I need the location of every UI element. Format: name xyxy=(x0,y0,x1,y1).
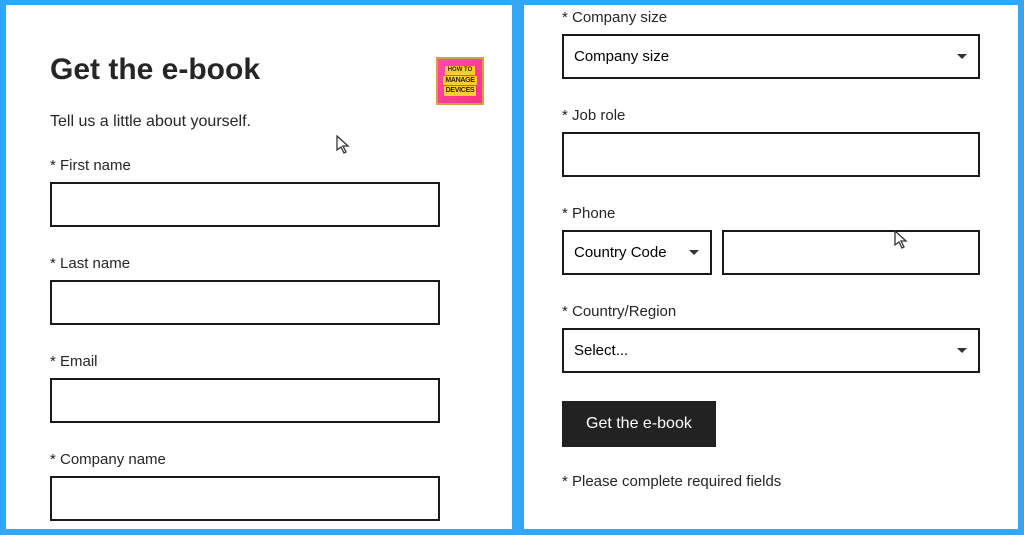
right-form-panel: * Company size Company size * Job role *… xyxy=(524,5,1018,529)
ebook-thumbnail-badge: HOW TO MANAGE DEVICES xyxy=(436,57,484,105)
job-role-group: * Job role xyxy=(562,107,980,177)
first-name-label: * First name xyxy=(50,157,468,174)
country-region-group: * Country/Region Select... xyxy=(562,303,980,373)
badge-text-line1: HOW TO xyxy=(445,66,476,75)
badge-text-line3: DEVICES xyxy=(444,86,477,96)
country-region-select[interactable]: Select... xyxy=(562,328,980,373)
last-name-input[interactable] xyxy=(50,280,440,325)
phone-row: Country Code xyxy=(562,230,980,275)
required-fields-footnote: * Please complete required fields xyxy=(562,473,980,490)
last-name-label: * Last name xyxy=(50,255,468,272)
phone-label: * Phone xyxy=(562,205,980,222)
job-role-input[interactable] xyxy=(562,132,980,177)
phone-group: * Phone Country Code xyxy=(562,205,980,275)
company-name-input[interactable] xyxy=(50,476,440,521)
page-title: Get the e-book xyxy=(50,53,468,87)
phone-number-input[interactable] xyxy=(722,230,980,275)
job-role-label: * Job role xyxy=(562,107,980,124)
first-name-input[interactable] xyxy=(50,182,440,227)
first-name-group: * First name xyxy=(50,157,468,227)
email-group: * Email xyxy=(50,353,468,423)
submit-button[interactable]: Get the e-book xyxy=(562,401,716,447)
last-name-group: * Last name xyxy=(50,255,468,325)
email-input[interactable] xyxy=(50,378,440,423)
company-size-select[interactable]: Company size xyxy=(562,34,980,79)
company-name-label: * Company name xyxy=(50,451,468,468)
company-size-group: * Company size Company size xyxy=(562,9,980,79)
left-form-panel: HOW TO MANAGE DEVICES Get the e-book Tel… xyxy=(6,5,512,529)
page-subtitle: Tell us a little about yourself. xyxy=(50,113,468,131)
company-size-label: * Company size xyxy=(562,9,980,26)
country-region-label: * Country/Region xyxy=(562,303,980,320)
country-code-select[interactable]: Country Code xyxy=(562,230,712,275)
mouse-cursor-icon xyxy=(336,135,354,157)
company-name-group: * Company name xyxy=(50,451,468,521)
badge-text-line2: MANAGE xyxy=(443,76,476,86)
email-label: * Email xyxy=(50,353,468,370)
